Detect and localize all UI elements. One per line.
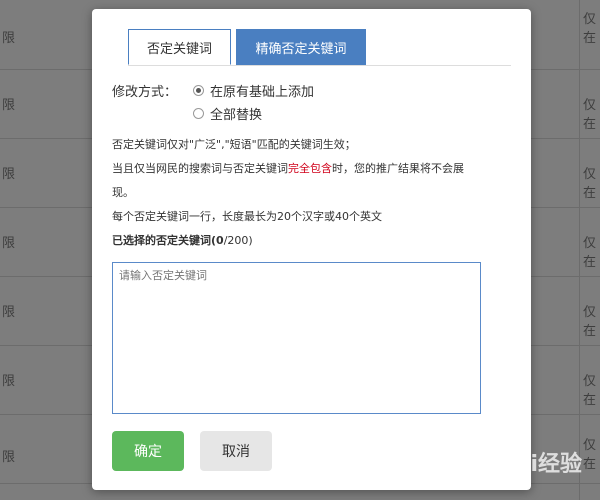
cell-right: 仅在 (583, 98, 597, 132)
cell-right: 仅在 (583, 12, 597, 46)
cell-left: 限 (2, 236, 16, 251)
confirm-button[interactable]: 确定 (112, 431, 184, 471)
radio-replace-label: 全部替换 (210, 108, 263, 123)
info-highlight: 完全包含 (288, 162, 332, 175)
cell-right: 仅在 (583, 374, 597, 408)
cancel-button[interactable]: 取消 (200, 431, 272, 471)
modify-mode-label: 修改方式： (112, 85, 178, 100)
selected-label: 已选择的否定关键词( (112, 234, 217, 247)
selected-count: 0 (216, 234, 224, 247)
cell-left: 限 (2, 305, 16, 320)
info-line-2-post: 时，您的推广结果将不会展 (332, 162, 464, 175)
radio-unchecked-icon (193, 108, 204, 119)
selected-max: /200) (223, 234, 253, 247)
cell-right: 仅在 (583, 167, 597, 201)
watermark-logo: Bai经验 (498, 452, 582, 477)
cell-left: 限 (2, 31, 16, 46)
cell-left: 限 (2, 167, 16, 182)
info-line-2: 当且仅当网民的搜索词与否定关键词完全包含时，您的推广结果将不会展 (112, 160, 464, 176)
radio-replace-all[interactable]: 全部替换 (193, 104, 262, 123)
cell-left: 限 (2, 450, 16, 465)
tab-exact-negative-keywords[interactable]: 精确否定关键词 (236, 29, 366, 65)
negative-keyword-input[interactable] (112, 262, 481, 414)
selected-count-label: 已选择的否定关键词(0/200) (112, 232, 253, 248)
radio-checked-icon (193, 85, 204, 96)
cell-left: 限 (2, 374, 16, 389)
radio-append[interactable]: 在原有基础上添加 (193, 81, 314, 100)
info-line-3: 现。 (112, 186, 134, 199)
cell-right: 仅在 (583, 438, 597, 472)
info-line-4: 每个否定关键词一行，长度最长为20个汉字或40个英文 (112, 210, 382, 223)
info-line-1: 否定关键词仅对"广泛","短语"匹配的关键词生效； (112, 138, 356, 151)
negative-keyword-dialog: 否定关键词 精确否定关键词 修改方式： 在原有基础上添加 全部替换 否定关键词仅… (92, 9, 531, 490)
radio-append-label: 在原有基础上添加 (210, 85, 315, 100)
info-line-2-pre: 当且仅当网民的搜索词与否定关键词 (112, 162, 288, 175)
cell-left: 限 (2, 98, 16, 113)
cell-right: 仅在 (583, 305, 597, 339)
tab-bar: 否定关键词 精确否定关键词 (128, 29, 511, 66)
cell-right: 仅在 (583, 236, 597, 270)
tab-negative-keywords[interactable]: 否定关键词 (128, 29, 231, 65)
